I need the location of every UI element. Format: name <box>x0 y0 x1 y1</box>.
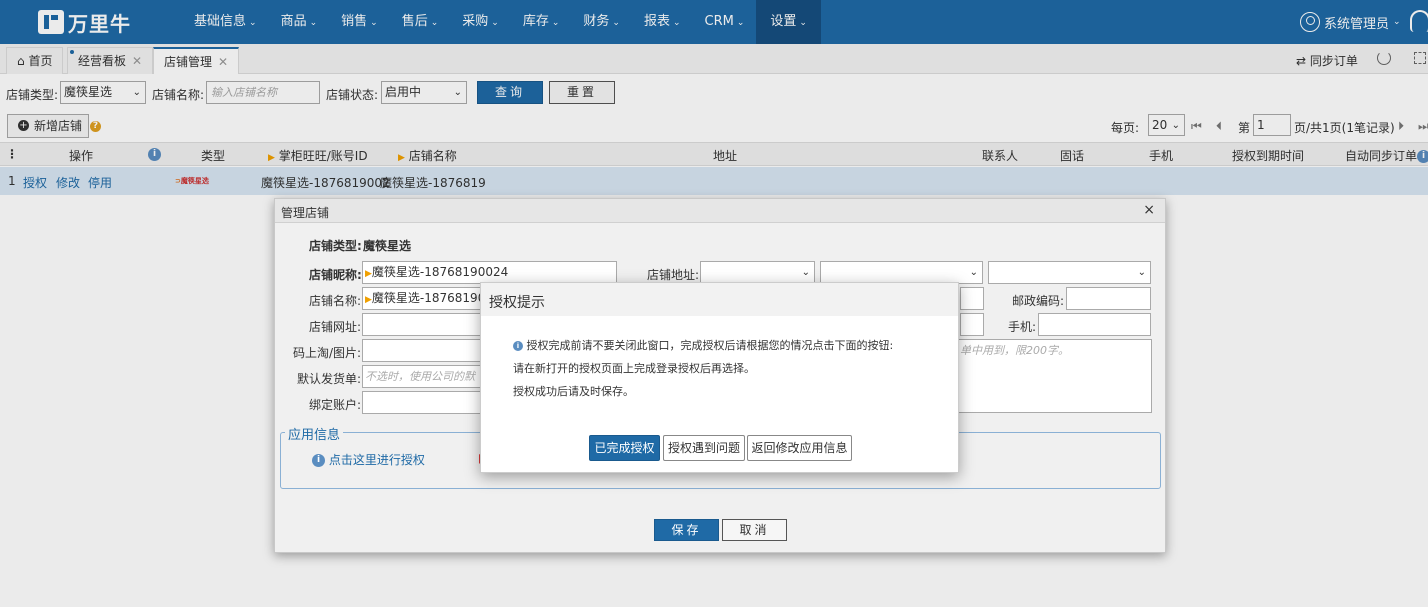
close-icon[interactable]: × <box>1143 202 1155 218</box>
shop-name-input[interactable]: ▶魔筷星选-18768190024 <box>362 287 492 310</box>
auth-prompt-title: 授权提示 <box>489 295 545 311</box>
auth-prompt-header: 授权提示 <box>481 283 958 316</box>
postcode-input[interactable] <box>1066 287 1151 310</box>
save-button[interactable]: 保存 <box>654 519 719 541</box>
city-select[interactable]: ⌄ <box>820 261 983 284</box>
info-icon: i <box>513 341 523 351</box>
default-ship-label: 默认发货单: <box>297 372 362 386</box>
nickname-label: 店铺昵称: <box>309 268 362 282</box>
postcode-label: 邮政编码: <box>1012 294 1065 308</box>
shop-type-value: 魔筷星选 <box>363 239 412 253</box>
nickname-input[interactable]: ▶魔筷星选-18768190024 <box>362 261 617 284</box>
bind-account-label: 绑定账户: <box>309 398 362 412</box>
address-label: 店铺地址: <box>647 268 700 282</box>
auth-instruction-3: 授权成功后请及时保存。 <box>513 385 634 398</box>
phone-input[interactable] <box>960 313 984 336</box>
default-ship-select[interactable]: 不选时，使用公司的默 <box>362 365 492 388</box>
remark-textarea[interactable]: 单中用到，限200字。 <box>957 339 1152 413</box>
shop-url-label: 店铺网址: <box>309 320 362 334</box>
auth-prompt-dialog: 授权提示 i 授权完成前请不要关闭此窗口，完成授权后请根据您的情况点击下面的按钮… <box>480 282 959 473</box>
chevron-down-icon: ⌄ <box>801 267 810 278</box>
info-icon: i <box>312 454 325 467</box>
mobile-label: 手机: <box>1008 320 1037 334</box>
shop-type-label: 店铺类型: <box>309 239 362 253</box>
auth-instruction-2: 请在新打开的授权页面上完成登录授权后再选择。 <box>513 362 755 375</box>
shop-url-input[interactable] <box>362 313 492 336</box>
dialog-title: 管理店铺 <box>281 206 330 220</box>
chevron-down-icon: ⌄ <box>969 267 978 278</box>
auth-done-button[interactable]: 已完成授权 <box>589 435 660 461</box>
image-input[interactable] <box>362 339 492 362</box>
detail-address-input[interactable] <box>960 287 984 310</box>
image-label: 码上淘/图片: <box>293 346 362 360</box>
cancel-button[interactable]: 取消 <box>722 519 787 541</box>
back-to-edit-button[interactable]: 返回修改应用信息 <box>747 435 852 461</box>
district-select[interactable]: ⌄ <box>988 261 1151 284</box>
chevron-down-icon: ⌄ <box>1137 267 1146 278</box>
dialog-header: 管理店铺 × <box>275 199 1165 223</box>
province-select[interactable]: ⌄ <box>700 261 815 284</box>
modal-overlay <box>0 0 1428 195</box>
shop-name-label: 店铺名称: <box>309 294 362 308</box>
auth-link[interactable]: i 点击这里进行授权 <box>312 451 425 468</box>
auth-instruction-1: i 授权完成前请不要关闭此窗口，完成授权后请根据您的情况点击下面的按钮: <box>513 337 893 353</box>
bind-account-select[interactable] <box>362 391 492 414</box>
app-info-legend: 应用信息 <box>285 424 344 443</box>
mobile-input[interactable] <box>1038 313 1151 336</box>
auth-problem-button[interactable]: 授权遇到问题 <box>663 435 745 461</box>
